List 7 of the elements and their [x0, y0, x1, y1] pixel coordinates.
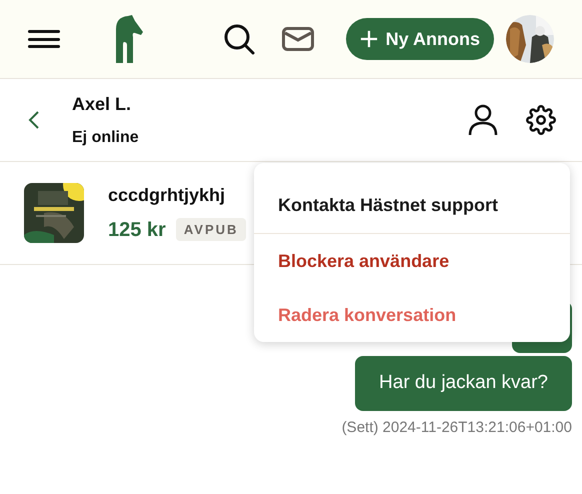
status-badge: AVPUB: [176, 218, 246, 242]
message-timestamp: (Sett) 2024-11-26T13:21:06+01:00: [342, 418, 572, 438]
contact-status: Ej online: [72, 128, 139, 148]
contact-name: Axel L.: [72, 92, 132, 116]
listing-title: cccdgrhtjykhj: [108, 184, 226, 207]
listing-price: 125 kr: [108, 218, 166, 242]
message-bubble: Har du jackan kvar?: [355, 356, 572, 410]
